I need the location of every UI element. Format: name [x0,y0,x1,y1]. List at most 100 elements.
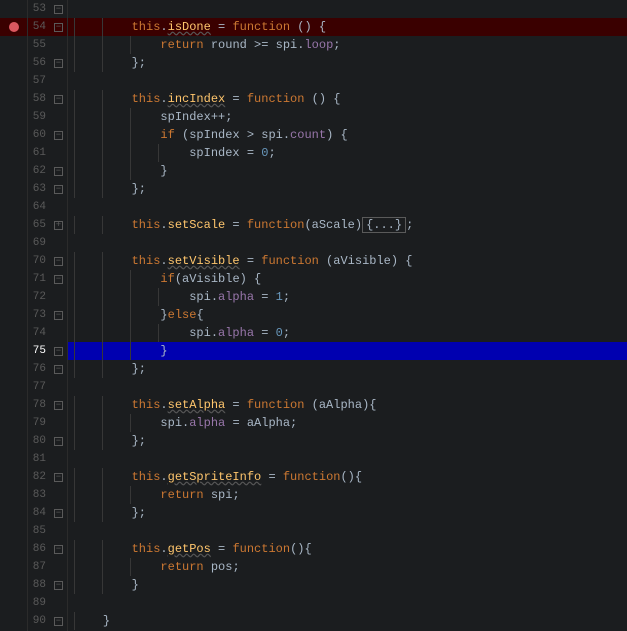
fold-gutter[interactable]: − [50,360,68,378]
fold-gutter[interactable] [50,558,68,576]
code-line[interactable]: 86− this.getPos = function(){ [0,540,627,558]
code-line[interactable]: 85 [0,522,627,540]
fold-collapse-icon[interactable]: − [54,167,63,176]
code-line[interactable]: 53− [0,0,627,18]
fold-collapse-icon[interactable]: − [54,23,63,32]
fold-gutter[interactable]: − [50,540,68,558]
fold-gutter[interactable]: − [50,90,68,108]
fold-gutter[interactable]: − [50,270,68,288]
code-line[interactable]: 69 [0,234,627,252]
breakpoint-gutter[interactable] [0,36,28,54]
fold-collapse-icon[interactable]: − [54,275,63,284]
fold-collapse-icon[interactable]: − [54,347,63,356]
code-content[interactable]: if (spIndex > spi.count) { [68,126,348,144]
fold-gutter[interactable] [50,522,68,540]
fold-gutter[interactable] [50,450,68,468]
fold-collapse-icon[interactable]: − [54,365,63,374]
code-content[interactable]: this.setScale = function(aScale){...}; [68,216,413,234]
code-line[interactable]: 70− this.setVisible = function (aVisible… [0,252,627,270]
fold-gutter[interactable]: − [50,396,68,414]
fold-gutter[interactable]: − [50,306,68,324]
fold-gutter[interactable]: − [50,576,68,594]
breakpoint-gutter[interactable] [0,360,28,378]
code-line[interactable]: 82− this.getSpriteInfo = function(){ [0,468,627,486]
code-content[interactable]: return pos; [68,558,240,576]
fold-gutter[interactable]: − [50,0,68,18]
code-content[interactable]: }; [68,360,146,378]
code-line[interactable]: 61 spIndex = 0; [0,144,627,162]
code-line[interactable]: 89 [0,594,627,612]
breakpoint-gutter[interactable] [0,378,28,396]
code-line[interactable]: 79 spi.alpha = aAlpha; [0,414,627,432]
fold-gutter[interactable] [50,144,68,162]
breakpoint-gutter[interactable] [0,216,28,234]
fold-collapse-icon[interactable]: − [54,509,63,518]
code-line[interactable]: 64 [0,198,627,216]
fold-gutter[interactable] [50,486,68,504]
code-line[interactable]: 73− }else{ [0,306,627,324]
fold-gutter[interactable] [50,108,68,126]
code-content[interactable]: return spi; [68,486,240,504]
code-line[interactable]: 81 [0,450,627,468]
breakpoint-gutter[interactable] [0,180,28,198]
fold-gutter[interactable] [50,378,68,396]
code-line[interactable]: 60− if (spIndex > spi.count) { [0,126,627,144]
fold-collapse-icon[interactable]: − [54,545,63,554]
breakpoint-gutter[interactable] [0,540,28,558]
code-content[interactable] [68,72,74,90]
code-line[interactable]: 83 return spi; [0,486,627,504]
code-line[interactable]: 74 spi.alpha = 0; [0,324,627,342]
code-content[interactable]: spIndex++; [68,108,232,126]
fold-gutter[interactable]: − [50,126,68,144]
code-content[interactable]: } [68,162,168,180]
breakpoint-gutter[interactable] [0,450,28,468]
code-line[interactable]: 78− this.setAlpha = function (aAlpha){ [0,396,627,414]
fold-collapse-icon[interactable]: − [54,185,63,194]
breakpoint-gutter[interactable] [0,576,28,594]
code-line[interactable]: 84− }; [0,504,627,522]
breakpoint-gutter[interactable] [0,558,28,576]
fold-gutter[interactable] [50,36,68,54]
code-content[interactable] [68,594,74,612]
breakpoint-gutter[interactable] [0,144,28,162]
code-content[interactable] [68,0,74,18]
fold-collapse-icon[interactable]: − [54,473,63,482]
code-content[interactable]: this.setVisible = function (aVisible) { [68,252,412,270]
code-content[interactable] [68,450,74,468]
code-content[interactable]: this.getSpriteInfo = function(){ [68,468,362,486]
fold-gutter[interactable]: − [50,612,68,630]
breakpoint-gutter[interactable] [0,72,28,90]
code-line[interactable]: 55 return round >= spi.loop; [0,36,627,54]
code-content[interactable] [68,522,74,540]
breakpoint-gutter[interactable] [0,594,28,612]
code-line[interactable]: 75− } [0,342,627,360]
fold-gutter[interactable] [50,414,68,432]
breakpoint-icon[interactable] [9,22,19,32]
code-content[interactable]: return round >= spi.loop; [68,36,340,54]
breakpoint-gutter[interactable] [0,612,28,630]
code-content[interactable] [68,198,74,216]
breakpoint-gutter[interactable] [0,252,28,270]
fold-gutter[interactable]: − [50,18,68,36]
code-line[interactable]: 58− this.incIndex = function () { [0,90,627,108]
code-content[interactable]: }; [68,180,146,198]
code-content[interactable]: spIndex = 0; [68,144,276,162]
breakpoint-gutter[interactable] [0,414,28,432]
code-line[interactable]: 77 [0,378,627,396]
fold-collapse-icon[interactable]: − [54,131,63,140]
code-content[interactable]: this.isDone = function () { [68,18,326,36]
code-line[interactable]: 88− } [0,576,627,594]
code-line[interactable]: 59 spIndex++; [0,108,627,126]
fold-collapse-icon[interactable]: − [54,401,63,410]
code-line[interactable]: 57 [0,72,627,90]
code-editor[interactable]: 53−54− this.isDone = function () {55 ret… [0,0,627,631]
fold-collapse-icon[interactable]: − [54,5,63,14]
fold-collapse-icon[interactable]: − [54,59,63,68]
breakpoint-gutter[interactable] [0,504,28,522]
breakpoint-gutter[interactable] [0,270,28,288]
code-line[interactable]: 63− }; [0,180,627,198]
fold-gutter[interactable]: + [50,216,68,234]
fold-collapse-icon[interactable]: − [54,257,63,266]
breakpoint-gutter[interactable] [0,342,28,360]
breakpoint-gutter[interactable] [0,522,28,540]
